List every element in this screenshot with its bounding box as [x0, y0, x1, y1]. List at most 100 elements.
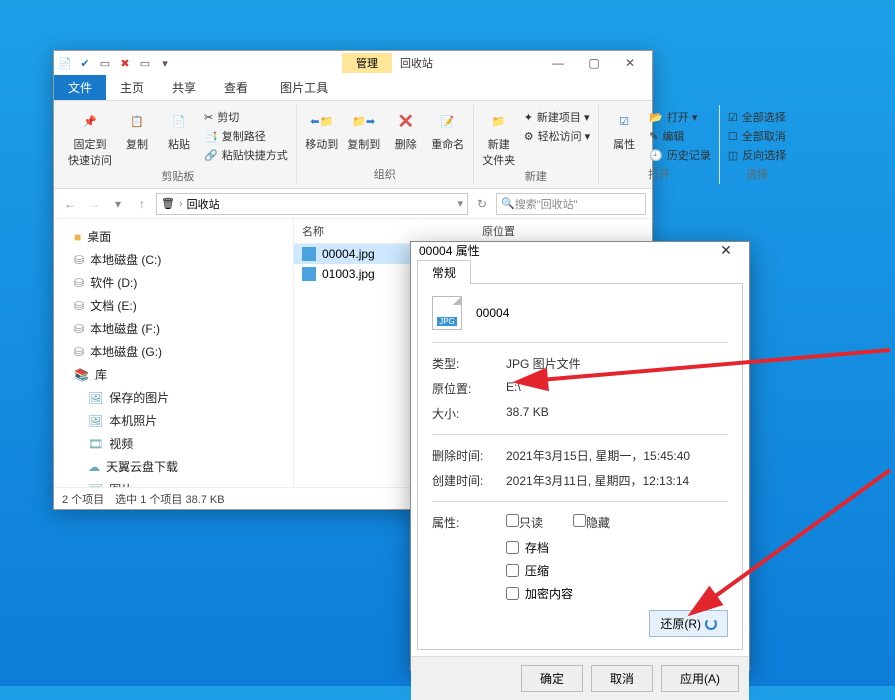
attr-label: 属性:	[432, 514, 486, 531]
nav-up-button[interactable]: ↑	[132, 194, 152, 214]
group-label-organize: 组织	[305, 166, 465, 184]
busy-icon	[705, 618, 717, 630]
apply-button[interactable]: 应用(A)	[661, 665, 739, 692]
window-title: 回收站	[400, 55, 433, 71]
minimize-button[interactable]: —	[540, 52, 576, 74]
nav-soft[interactable]: ⛁软件 (D:)	[54, 271, 293, 294]
attr-archive[interactable]: 存档	[506, 539, 728, 556]
selectall-button[interactable]: ☑ 全部选择	[728, 109, 786, 125]
jpg-icon	[302, 267, 316, 281]
tab-picture-tools[interactable]: 图片工具	[266, 75, 342, 100]
nav-fdrive[interactable]: ⛁本地磁盘 (F:)	[54, 317, 293, 340]
orig-label: 原位置:	[432, 380, 486, 397]
dialog-footer: 确定 取消 应用(A)	[411, 656, 749, 700]
tab-share[interactable]: 共享	[158, 75, 210, 100]
attr-readonly[interactable]: 只读	[506, 514, 543, 531]
deltime-label: 删除时间:	[432, 447, 486, 464]
attr-hidden[interactable]: 隐藏	[573, 514, 610, 531]
delete-button[interactable]: ✕删除	[389, 109, 423, 152]
qat-save-icon[interactable]: ✔	[78, 56, 92, 70]
ribbon-tabs: 文件 主页 共享 查看 图片工具	[54, 75, 652, 101]
group-label-open: 打开	[607, 166, 711, 184]
cancel-button[interactable]: 取消	[591, 665, 653, 692]
qat-undo-icon[interactable]: ✖	[118, 56, 132, 70]
attr-compress[interactable]: 压缩	[506, 562, 728, 579]
rename-button[interactable]: 📝重命名	[431, 109, 465, 152]
dialog-titlebar: 00004 属性 ✕	[411, 242, 749, 259]
quick-access-toolbar: 📄 ✔ ▭ ✖ ▭ ▾	[58, 56, 172, 70]
manage-contextual-tab[interactable]: 管理	[342, 53, 392, 73]
nav-pictures[interactable]: 🖼图片	[54, 478, 293, 487]
jpg-icon	[302, 247, 316, 261]
type-label: 类型:	[432, 355, 486, 372]
newitem-button[interactable]: ✦ 新建项目 ▾	[524, 109, 590, 125]
file-type-icon: JPG	[432, 296, 462, 330]
address-bar-row: ← → ▾ ↑ 🗑 › 回收站 ▾ ↻ 🔍 搜索"回收站"	[54, 189, 652, 219]
copypath-button[interactable]: 📑 复制路径	[204, 128, 288, 144]
ribbon-group-open: ☑属性 📂 打开 ▾ ✎ 编辑 🕘 历史记录 打开	[599, 105, 720, 184]
nav-camera[interactable]: 🖼本机照片	[54, 409, 293, 432]
filename-label: 00004	[476, 306, 509, 320]
deltime-value: 2021年3月15日, 星期一，15:45:40	[506, 447, 690, 464]
open-button[interactable]: 📂 打开 ▾	[649, 109, 711, 125]
copy-button[interactable]: 📋复制	[120, 109, 154, 152]
easyaccess-button[interactable]: ⚙ 轻松访问 ▾	[524, 128, 590, 144]
nav-saved[interactable]: 🖼保存的图片	[54, 386, 293, 409]
col-orig[interactable]: 原位置	[474, 219, 523, 243]
edit-button[interactable]: ✎ 编辑	[649, 128, 711, 144]
nav-history-button[interactable]: ▾	[108, 194, 128, 214]
nav-back-button[interactable]: ←	[60, 194, 80, 214]
attr-encrypt[interactable]: 加密内容	[506, 585, 728, 602]
dialog-tabs: 常规	[411, 259, 749, 283]
qat-doc2-icon[interactable]: ▭	[138, 56, 152, 70]
group-label-select: 选择	[728, 166, 786, 184]
ribbon-group-new: 📁新建 文件夹 ✦ 新建项目 ▾ ⚙ 轻松访问 ▾ 新建	[474, 105, 599, 184]
ribbon: 📌固定到 快速访问 📋复制 📄粘贴 ✂ 剪切 📑 复制路径 🔗 粘贴快捷方式 剪…	[54, 101, 652, 189]
qat-icon[interactable]: 📄	[58, 56, 72, 70]
moveto-button[interactable]: ⬅📁移动到	[305, 109, 339, 152]
nav-forward-button[interactable]: →	[84, 194, 104, 214]
address-bar[interactable]: 🗑 › 回收站 ▾	[156, 193, 468, 215]
selectnone-button[interactable]: ☐ 全部取消	[728, 128, 786, 144]
nav-docE[interactable]: ⛁文档 (E:)	[54, 294, 293, 317]
ribbon-group-clipboard: 📌固定到 快速访问 📋复制 📄粘贴 ✂ 剪切 📑 复制路径 🔗 粘贴快捷方式 剪…	[60, 105, 297, 184]
maximize-button[interactable]: ▢	[576, 52, 612, 74]
properties-button[interactable]: ☑属性	[607, 109, 641, 152]
nav-lib[interactable]: 📚库	[54, 363, 293, 386]
nav-desktop[interactable]: ■桌面	[54, 225, 293, 248]
newfolder-button[interactable]: 📁新建 文件夹	[482, 109, 516, 168]
tab-view[interactable]: 查看	[210, 75, 262, 100]
restore-button[interactable]: 还原(R)	[649, 610, 728, 637]
history-button[interactable]: 🕘 历史记录	[649, 147, 711, 163]
paste-button[interactable]: 📄粘贴	[162, 109, 196, 152]
title-bar: 📄 ✔ ▭ ✖ ▭ ▾ 管理 回收站 — ▢ ✕	[54, 51, 652, 75]
tab-file[interactable]: 文件	[54, 75, 106, 100]
invertselect-button[interactable]: ◫ 反向选择	[728, 147, 786, 163]
nav-tdownload[interactable]: ☁天翼云盘下载	[54, 455, 293, 478]
orig-value: E:\	[506, 380, 521, 397]
cut-button[interactable]: ✂ 剪切	[204, 109, 288, 125]
ok-button[interactable]: 确定	[521, 665, 583, 692]
qat-doc-icon[interactable]: ▭	[98, 56, 112, 70]
col-name[interactable]: 名称	[294, 219, 474, 243]
copyto-button[interactable]: 📁➡复制到	[347, 109, 381, 152]
window-buttons: — ▢ ✕	[540, 52, 648, 74]
properties-dialog: 00004 属性 ✕ 常规 JPG 00004 类型:JPG 图片文件 原位置:…	[410, 241, 750, 671]
refresh-button[interactable]: ↻	[472, 194, 492, 214]
search-box[interactable]: 🔍 搜索"回收站"	[496, 193, 646, 215]
tab-general[interactable]: 常规	[417, 260, 471, 284]
pin-button[interactable]: 📌固定到 快速访问	[68, 109, 112, 168]
ribbon-group-organize: ⬅📁移动到 📁➡复制到 ✕删除 📝重命名 组织	[297, 105, 474, 184]
qat-dropdown-icon[interactable]: ▾	[158, 56, 172, 70]
tab-home[interactable]: 主页	[106, 75, 158, 100]
createtime-value: 2021年3月11日, 星期四，12:13:14	[506, 472, 689, 489]
dialog-close-button[interactable]: ✕	[711, 242, 741, 259]
close-button[interactable]: ✕	[612, 52, 648, 74]
pasteshortcut-button[interactable]: 🔗 粘贴快捷方式	[204, 147, 288, 163]
size-value: 38.7 KB	[506, 405, 549, 422]
nav-video[interactable]: 🎞视频	[54, 432, 293, 455]
createtime-label: 创建时间:	[432, 472, 486, 489]
nav-gdrive[interactable]: ⛁本地磁盘 (G:)	[54, 340, 293, 363]
nav-cdrive[interactable]: ⛁本地磁盘 (C:)	[54, 248, 293, 271]
group-label-clipboard: 剪贴板	[68, 168, 288, 186]
